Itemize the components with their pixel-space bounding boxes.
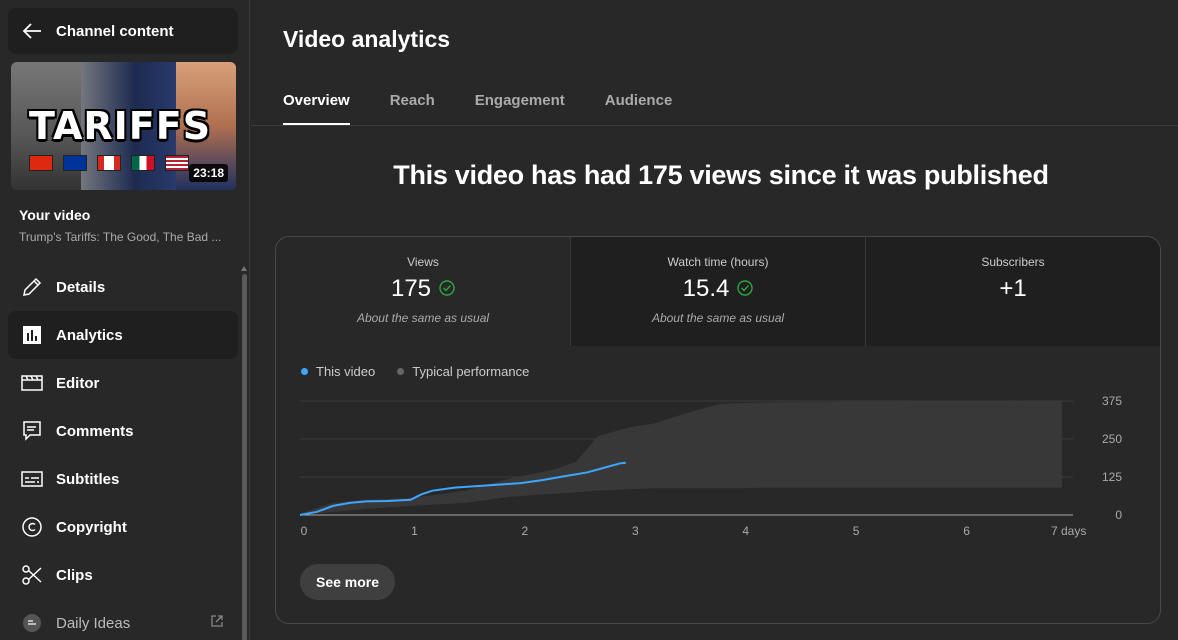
legend-label: This video xyxy=(316,364,376,379)
app-window: Channel content TARIFFS 23:18 Your video… xyxy=(0,0,1178,640)
video-title: Trump's Tariffs: The Good, The Bad ... xyxy=(19,230,222,244)
sidebar-item-label: Subtitles xyxy=(56,470,120,488)
views-chart: 375 250 125 0 0 1 2 3 4 5 6 7 days xyxy=(299,394,1122,538)
x-tick-label: 7 days xyxy=(1051,524,1086,538)
back-to-channel-content[interactable]: Channel content xyxy=(8,8,238,54)
legend-typical-performance: Typical performance xyxy=(397,364,529,379)
views-headline: This video has had 175 views since it wa… xyxy=(393,160,1049,190)
metric-label: Views xyxy=(407,255,439,269)
tab-engagement[interactable]: Engagement xyxy=(475,92,565,125)
sidebar-scrollbar[interactable] xyxy=(241,266,247,640)
page-title: Video analytics xyxy=(283,26,451,52)
sidebar-item-label: Details xyxy=(56,278,106,296)
metric-tiles: Views 175 About the same as usual Watch … xyxy=(276,237,1160,346)
check-circle-icon xyxy=(737,275,754,303)
sidebar-item-daily-ideas[interactable]: Daily Ideas xyxy=(8,599,238,640)
film-icon xyxy=(8,374,56,392)
metric-label: Subscribers xyxy=(981,255,1045,269)
check-circle-icon xyxy=(439,275,455,303)
metric-watch-time[interactable]: Watch time (hours) 15.4 About the same a… xyxy=(571,237,866,346)
metric-subscribers[interactable]: Subscribers +1 xyxy=(866,237,1160,346)
metric-note: About the same as usual xyxy=(356,311,490,325)
metric-value: 15.4 xyxy=(682,275,730,302)
channel-content-title: Channel content xyxy=(56,22,174,40)
daily-ideas-icon xyxy=(8,612,56,634)
sidebar-nav: Details Analytics Editor Comments Subtit… xyxy=(8,263,238,640)
tab-divider xyxy=(251,125,1178,126)
metric-value-row: 15.4 xyxy=(571,275,865,303)
thumbnail-headline: TARIFFS xyxy=(29,104,212,148)
sidebar-item-analytics[interactable]: Analytics xyxy=(8,311,238,359)
x-tick-label: 0 xyxy=(301,524,308,538)
metric-label: Watch time (hours) xyxy=(667,255,769,269)
x-tick-label: 2 xyxy=(522,524,529,538)
analytics-tabs: Overview Reach Engagement Audience xyxy=(283,92,712,125)
subtitles-icon xyxy=(8,470,56,488)
sidebar-item-copyright[interactable]: Copyright xyxy=(8,503,238,551)
y-tick-label: 125 xyxy=(1102,470,1122,484)
y-tick-label: 250 xyxy=(1102,432,1122,446)
scrollbar-thumb[interactable] xyxy=(242,274,247,640)
copyright-icon xyxy=(8,516,56,538)
overview-card: Views 175 About the same as usual Watch … xyxy=(275,236,1161,624)
sidebar-item-details[interactable]: Details xyxy=(8,263,238,311)
metric-value-row: +1 xyxy=(866,275,1160,303)
tab-reach[interactable]: Reach xyxy=(390,92,435,125)
external-link-icon xyxy=(210,614,224,633)
sidebar-item-label: Analytics xyxy=(56,326,123,344)
bar-chart-icon xyxy=(8,325,56,345)
metric-views[interactable]: Views 175 About the same as usual xyxy=(276,237,571,346)
x-tick-label: 5 xyxy=(853,524,860,538)
sidebar-item-label: Clips xyxy=(56,566,93,584)
chart-legend: This video Typical performance xyxy=(301,364,529,379)
sidebar: Channel content TARIFFS 23:18 Your video… xyxy=(0,0,250,640)
x-tick-label: 1 xyxy=(411,524,418,538)
canada-flag-icon xyxy=(97,155,121,171)
sidebar-item-clips[interactable]: Clips xyxy=(8,551,238,599)
legend-this-video: This video xyxy=(301,364,375,379)
sidebar-item-editor[interactable]: Editor xyxy=(8,359,238,407)
pencil-icon xyxy=(8,276,56,298)
scroll-up-arrow-icon[interactable] xyxy=(241,266,247,271)
legend-dot xyxy=(301,368,308,375)
legend-label: Typical performance xyxy=(412,364,530,379)
your-video-label: Your video xyxy=(19,207,91,223)
x-tick-label: 4 xyxy=(742,524,749,538)
china-flag-icon xyxy=(29,155,53,171)
usa-flag-icon xyxy=(165,155,189,171)
y-tick-label: 375 xyxy=(1102,394,1122,408)
sidebar-item-label: Editor xyxy=(56,374,100,392)
video-duration-badge: 23:18 xyxy=(189,164,228,182)
thumbnail-flags xyxy=(29,155,189,171)
y-tick-label: 0 xyxy=(1115,508,1122,522)
x-tick-label: 3 xyxy=(632,524,639,538)
x-tick-label: 6 xyxy=(963,524,970,538)
mexico-flag-icon xyxy=(131,155,155,171)
eu-flag-icon xyxy=(63,155,87,171)
sidebar-item-comments[interactable]: Comments xyxy=(8,407,238,455)
legend-dot xyxy=(397,368,405,375)
back-arrow-icon[interactable] xyxy=(8,20,56,42)
sidebar-item-label: Comments xyxy=(56,422,134,440)
metric-note: About the same as usual xyxy=(651,311,785,325)
main-content: Video analytics Overview Reach Engagemen… xyxy=(251,0,1178,640)
sidebar-item-label: Daily Ideas xyxy=(56,614,131,632)
scissors-icon xyxy=(8,564,56,586)
tab-audience[interactable]: Audience xyxy=(605,92,673,125)
tab-overview[interactable]: Overview xyxy=(283,92,350,125)
metric-value: +1 xyxy=(999,275,1027,302)
sidebar-item-label: Copyright xyxy=(56,518,127,536)
sidebar-item-subtitles[interactable]: Subtitles xyxy=(8,455,238,503)
comment-icon xyxy=(8,420,56,442)
see-more-button[interactable]: See more xyxy=(300,564,396,600)
metric-value-row: 175 xyxy=(276,275,570,303)
metric-value: 175 xyxy=(390,275,432,302)
video-thumbnail[interactable]: TARIFFS 23:18 xyxy=(11,62,236,190)
